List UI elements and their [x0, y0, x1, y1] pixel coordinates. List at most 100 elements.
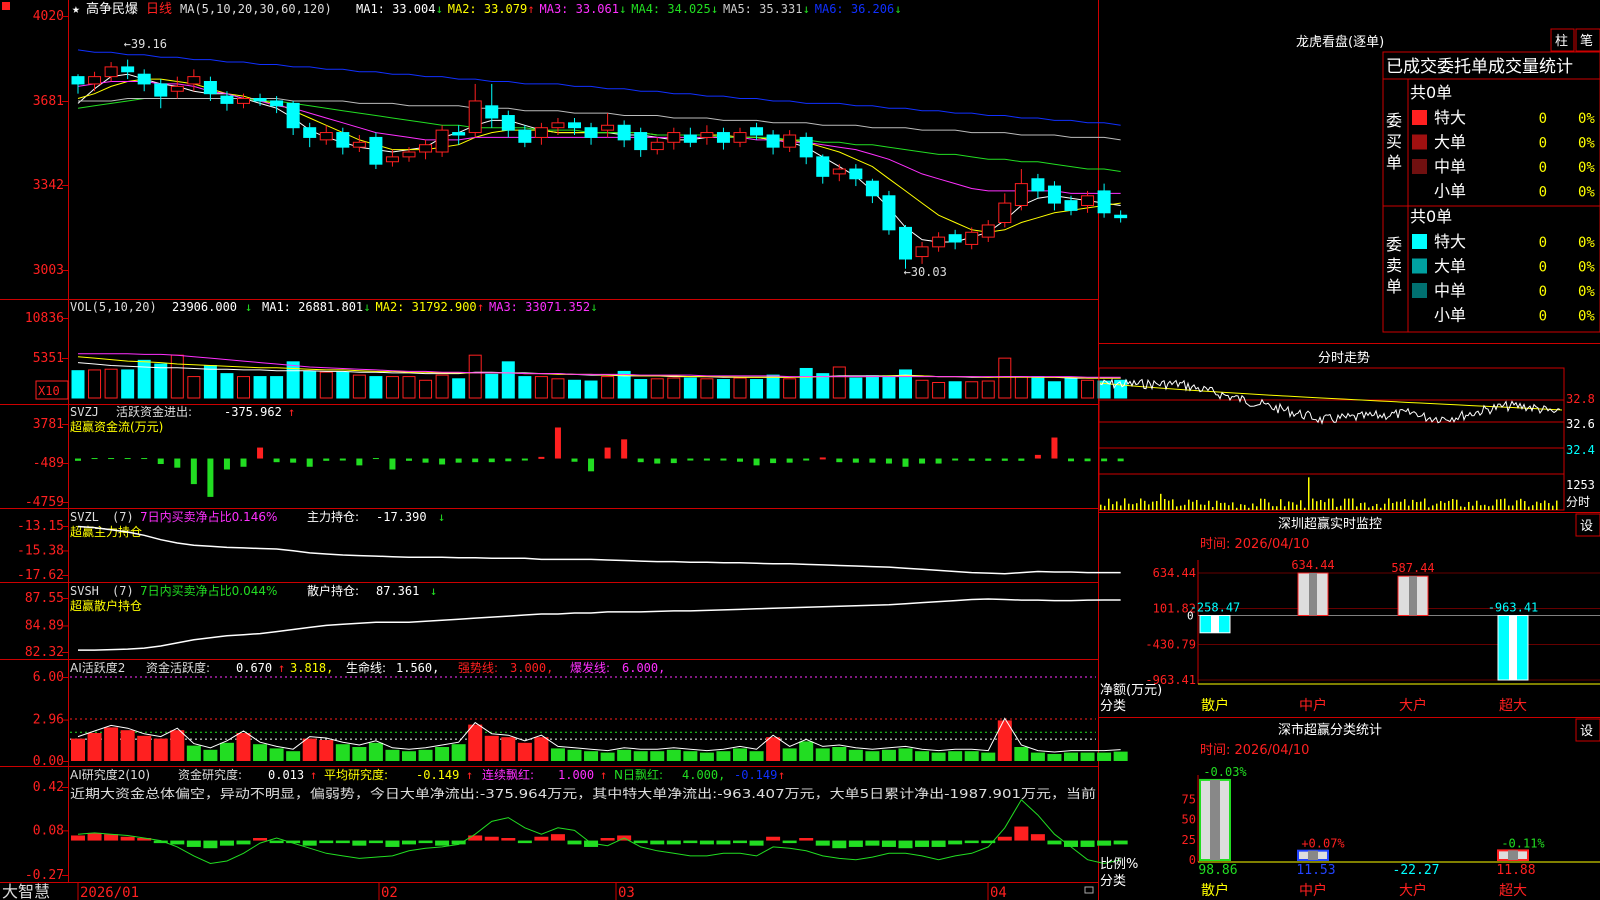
ai1-life-value: 1.560, — [396, 661, 439, 675]
row-pct: 0% — [1578, 309, 1595, 325]
candle-up — [170, 85, 184, 92]
svzj-bar — [339, 458, 346, 461]
row-pct: 0% — [1578, 235, 1595, 251]
candle-down — [1047, 185, 1061, 204]
candle-up — [385, 156, 399, 163]
intraday-vol-bar — [1444, 502, 1446, 510]
ai1-bar — [1080, 752, 1095, 761]
candle-down — [799, 136, 813, 158]
high-price-label: ←39.16 — [124, 37, 167, 51]
ai1-polyline — [77, 717, 1121, 753]
row-pct: 0% — [1578, 160, 1595, 176]
candle-up — [319, 132, 333, 141]
svzl-param: (7) — [112, 510, 134, 524]
row-pct: 0% — [1578, 111, 1595, 127]
intraday-vol-bar — [1140, 498, 1142, 510]
intraday-panel[interactable]: 分时走势 32.8 32.6 32.4 1253 分时 — [1098, 350, 1595, 511]
candles — [71, 59, 1128, 269]
y-tick-label: -17.62 — [17, 568, 64, 583]
volume-bar — [137, 359, 151, 399]
volume-bar — [452, 378, 466, 399]
ai2-streak-value: 1.000 — [558, 768, 594, 782]
y-tick-label: 2.96 — [33, 713, 64, 728]
period-label[interactable]: 日线 — [146, 2, 172, 17]
intraday-vol-bar — [1416, 502, 1418, 510]
intraday-vol-bar — [1352, 498, 1354, 510]
ai-research-panel[interactable]: AI研究度2(10) 资金研究度: 0.013 ↑ 平均研究度: -0.149 … — [25, 767, 1128, 883]
ai2-n-value: 4.000, — [682, 768, 725, 782]
ai1-bar — [865, 751, 880, 761]
intraday-vol-bar — [1448, 500, 1450, 510]
svzj-subtitle: 超赢资金流(万元) — [70, 419, 163, 434]
candle-down — [154, 83, 168, 97]
intraday-vol-bar — [1128, 503, 1130, 510]
ai2-bar — [468, 835, 483, 841]
svzj-bar — [703, 458, 710, 461]
bar-mode-label: 柱 — [1555, 34, 1568, 49]
y-tick-label: -15.38 — [17, 543, 64, 558]
svzj-bar — [670, 458, 677, 464]
candle-down — [568, 122, 581, 129]
intraday-vol-bar — [1388, 498, 1390, 510]
intraday-vol-bar — [1260, 498, 1262, 510]
svzj-bar — [174, 458, 181, 468]
ai1-bar — [650, 751, 665, 761]
svzj-bar — [1068, 458, 1074, 462]
lock-icon[interactable] — [1084, 886, 1094, 894]
monitor-chart: 634.44101.82-430.79-963.410-258.47散户634.… — [1145, 558, 1600, 714]
volume-bar — [865, 375, 879, 399]
vol-legend: MA1: 26881.801 ↓ MA2: 31792.900 ↑ MA3: 33071… — [262, 300, 598, 314]
intraday-vol-bar — [1148, 504, 1150, 510]
svzj-bar — [604, 447, 611, 459]
row-value: 0 — [1539, 260, 1547, 276]
volume-bar — [270, 376, 284, 399]
candle-up — [700, 132, 714, 138]
ai1-bar — [666, 749, 681, 761]
group-label-char: 单 — [1386, 153, 1402, 172]
buy-group-label: 委买单 — [1386, 111, 1402, 172]
ai1-burst-value: 6.000, — [622, 661, 665, 675]
ai2-bar — [666, 840, 681, 845]
intraday-vol-bar — [1520, 498, 1522, 510]
ai1-bar — [948, 751, 963, 761]
intraday-vol-bar — [1440, 501, 1442, 510]
y-tick-label: -4759 — [25, 495, 64, 510]
ai2-bar — [501, 838, 516, 841]
svzl-panel[interactable]: SVZL (7) 7日内买卖净占比0.146% 主力持仓: -17.390 ↓ … — [17, 509, 1121, 583]
candle-down — [369, 136, 383, 165]
monitor-panel[interactable]: 深圳超赢实时监控 设 时间: 2026/04/10 634.44101.82-4… — [1100, 513, 1600, 714]
intraday-vol-bar — [1504, 498, 1506, 510]
svzj-panel[interactable]: SVZJ 活跃资金进出: -375.962 ↑ 超赢资金流(万元) 3781 -4… — [25, 404, 1124, 510]
ai2-bar — [881, 840, 896, 847]
volume-panel[interactable]: VOL(5,10,20) 23906.000 ↓ MA1: 26881.801 ↓… — [25, 300, 1128, 400]
stock-name[interactable]: 高争民爆 — [86, 1, 138, 17]
monitor-y-label: -430.79 — [1145, 637, 1196, 651]
candle-down — [485, 105, 499, 119]
svzj-bar — [770, 458, 777, 464]
date-label: 02 — [381, 885, 398, 900]
svzj-bar — [588, 458, 595, 472]
intraday-vol-bar — [1216, 500, 1218, 510]
ai2-bar — [335, 840, 350, 844]
ai1-strong-label: 强势线: — [458, 661, 498, 675]
longhu-panel[interactable]: 龙虎看盘(逐单) 柱 笔 已成交委托单成交量统计 委买单 委卖单 共0单 共0单… — [1296, 28, 1600, 333]
chart-canvas[interactable]: ★ 高争民爆 日线 MA(5,10,20,30,60,120) MA1: 33.… — [0, 0, 1600, 900]
intraday-avg-line — [1099, 382, 1563, 411]
classify-panel[interactable]: 深市超赢分类统计 设 时间: 2026/04/10 75 50 25 0 -0.03% 9… — [1100, 718, 1600, 899]
intraday-vol-bar — [1400, 501, 1402, 510]
y-tick-label: 0.08 — [33, 823, 64, 838]
monitor-bar-shine — [1509, 615, 1517, 680]
volume-bar — [485, 373, 499, 399]
kline-panel[interactable]: ★ 高争民爆 日线 MA(5,10,20,30,60,120) MA1: 33.… — [2, 1, 1128, 279]
ai-activity-panel[interactable]: AI活跃度2 资金活跃度: 0.670 ↑ 3.818, 生命线: 1.560,… — [33, 660, 1128, 769]
svsh-panel[interactable]: SVSH (7) 7日内买卖净占比0.044% 散户持仓: 87.361 ↓ 超… — [25, 583, 1121, 660]
intraday-vol-bar — [1312, 498, 1314, 510]
intraday-vol-bar — [1132, 504, 1134, 510]
monitor-bar-shine — [1309, 573, 1317, 616]
candle-up — [832, 168, 846, 175]
y-tick-label: 3781 — [33, 417, 64, 432]
candle-up — [402, 151, 416, 158]
svzj-bars — [75, 427, 1124, 497]
svzj-bar — [75, 458, 81, 461]
ai1-bar — [1064, 752, 1078, 761]
